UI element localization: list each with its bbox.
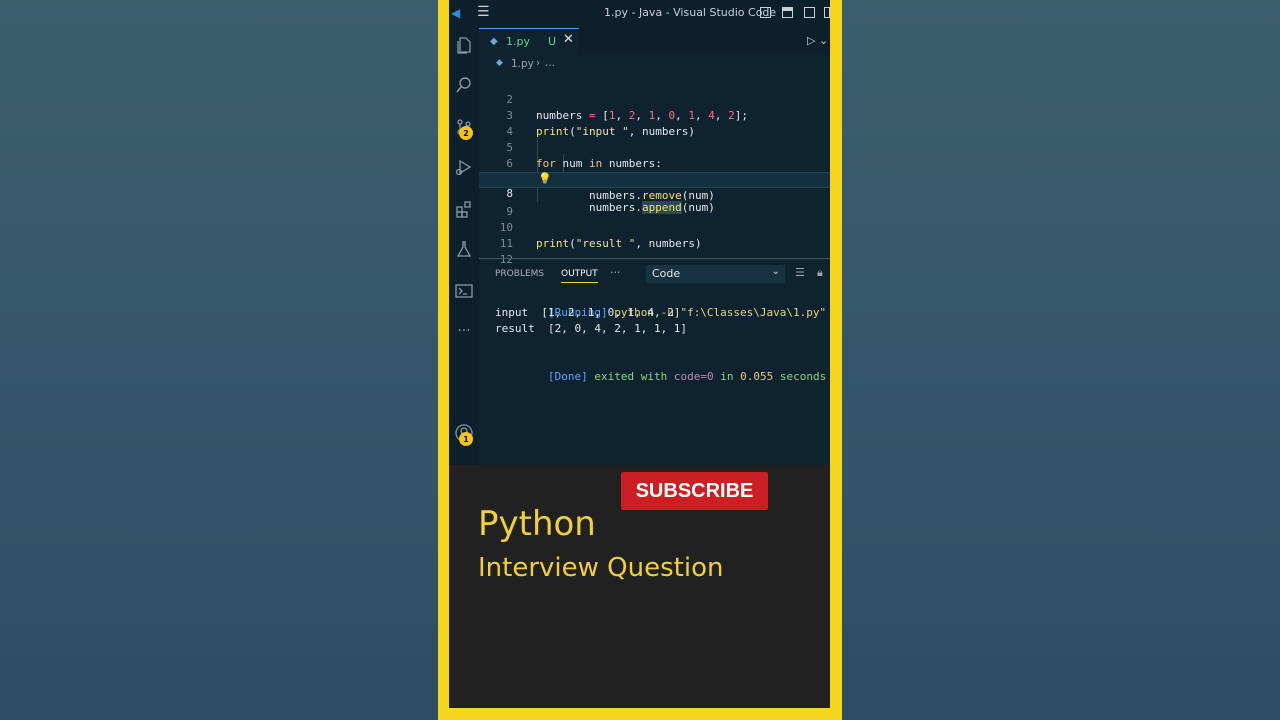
lightbulb-icon[interactable]: 💡 bbox=[538, 172, 552, 185]
code-line[interactable]: 10 print("result ", numbers) bbox=[479, 204, 830, 250]
layout-toggle-icon[interactable] bbox=[760, 7, 771, 18]
sidebar-toggle-icon[interactable] bbox=[804, 7, 815, 18]
code-line[interactable]: 6 if num == 1: bbox=[479, 140, 830, 186]
tab-1py[interactable]: ◆ 1.py U ✕ bbox=[479, 28, 579, 55]
extensions-icon[interactable] bbox=[449, 194, 479, 224]
run-file-button[interactable]: ▷ ⌄ bbox=[807, 34, 828, 47]
done-tag: [Done] bbox=[547, 370, 588, 383]
customize-layout-icon[interactable] bbox=[824, 7, 830, 18]
terminal-icon[interactable] bbox=[449, 276, 479, 306]
code-line[interactable]: 9 bbox=[479, 188, 830, 218]
code-line[interactable]: 12 bbox=[479, 236, 830, 266]
heading-python: Python bbox=[478, 504, 596, 544]
source-control-icon[interactable]: 2 bbox=[449, 112, 479, 142]
code-line-active[interactable]: 8 numbers.append(num) bbox=[479, 172, 830, 214]
account-badge: 1 bbox=[459, 432, 473, 446]
editor-tab-bar: ◆ 1.py U ✕ bbox=[479, 28, 830, 55]
vscode-logo-icon: ◀ bbox=[451, 6, 461, 20]
heading-interview-question: Interview Question bbox=[478, 553, 724, 583]
panel-toggle-icon[interactable] bbox=[782, 7, 793, 18]
vscode-window: ◀ ☰ 1.py - Java - Visual Studio Code 2 ·… bbox=[449, 0, 830, 465]
code-line[interactable]: 5 for num in numbers: bbox=[479, 124, 830, 170]
breadcrumb-symbols[interactable]: ... bbox=[545, 57, 555, 69]
code-line[interactable]: 2 numbers = [1, 2, 1, 0, 1, 4, 2]; bbox=[479, 76, 830, 122]
run-debug-icon[interactable] bbox=[449, 152, 479, 182]
breadcrumb-file[interactable]: 1.py bbox=[511, 58, 534, 70]
output-channel-select[interactable]: Code ⌄ bbox=[646, 265, 785, 283]
explorer-icon[interactable] bbox=[449, 30, 479, 60]
elapsed-unit: seconds bbox=[779, 370, 827, 383]
panel-more-icon[interactable]: ··· bbox=[610, 266, 621, 279]
phone-screen: ◀ ☰ 1.py - Java - Visual Studio Code 2 ·… bbox=[449, 0, 830, 708]
scm-badge: 2 bbox=[459, 126, 473, 140]
code-editor[interactable]: 2 numbers = [1, 2, 1, 0, 1, 4, 2]; 3 pri… bbox=[479, 74, 830, 266]
output-channel-value: Code bbox=[652, 267, 681, 280]
output-line-done: [Done] exited with code=0 in 0.055 secon… bbox=[495, 353, 826, 383]
chevron-right-icon: › bbox=[536, 57, 541, 69]
tab-label: 1.py bbox=[506, 35, 530, 48]
tab-untracked-status: U bbox=[548, 35, 557, 48]
python-file-icon: ◆ bbox=[496, 58, 503, 68]
subscribe-button[interactable]: SUBSCRIBE bbox=[621, 472, 768, 510]
elapsed-seconds: 0.055 bbox=[740, 370, 774, 383]
more-views-icon[interactable]: ··· bbox=[449, 316, 479, 346]
code-line[interactable]: 3 print("input ", numbers) bbox=[479, 92, 830, 138]
close-tab-icon[interactable]: ✕ bbox=[563, 32, 574, 47]
panel-divider bbox=[479, 258, 830, 259]
done-in: in bbox=[720, 370, 734, 383]
search-icon[interactable] bbox=[449, 70, 479, 100]
lock-scroll-icon[interactable]: 🔒︎ bbox=[817, 266, 823, 280]
testing-flask-icon[interactable] bbox=[449, 234, 479, 264]
output-line-running: [Running] python -u "f:\Classes\Java\1.p… bbox=[495, 289, 826, 319]
output-line-input: input [1, 2, 1, 0, 1, 4, 2] bbox=[495, 306, 681, 319]
code-line[interactable]: 7 numbers.remove(num) bbox=[479, 156, 830, 202]
window-title: 1.py - Java - Visual Studio Code bbox=[604, 6, 777, 19]
tab-output[interactable]: OUTPUT bbox=[561, 269, 598, 283]
title-bar: ◀ ☰ 1.py - Java - Visual Studio Code bbox=[449, 0, 830, 28]
python-file-icon: ◆ bbox=[490, 36, 498, 47]
code-line[interactable]: 11 bbox=[479, 220, 830, 250]
menu-icon[interactable]: ☰ bbox=[477, 4, 490, 20]
code-line[interactable]: 4 bbox=[479, 108, 830, 138]
activity-bar: 2 ··· 1 bbox=[449, 28, 479, 465]
tab-problems[interactable]: PROBLEMS bbox=[495, 269, 544, 279]
exit-code: code=0 bbox=[673, 370, 714, 383]
output-line-result: result [2, 0, 4, 2, 1, 1, 1] bbox=[495, 322, 688, 335]
clear-output-icon[interactable]: ☰ bbox=[795, 266, 805, 279]
breadcrumb: ◆ 1.py › ... bbox=[479, 56, 830, 74]
done-text: exited with bbox=[594, 370, 668, 383]
chevron-down-icon: ⌄ bbox=[771, 266, 780, 277]
account-icon[interactable]: 1 bbox=[449, 418, 479, 448]
